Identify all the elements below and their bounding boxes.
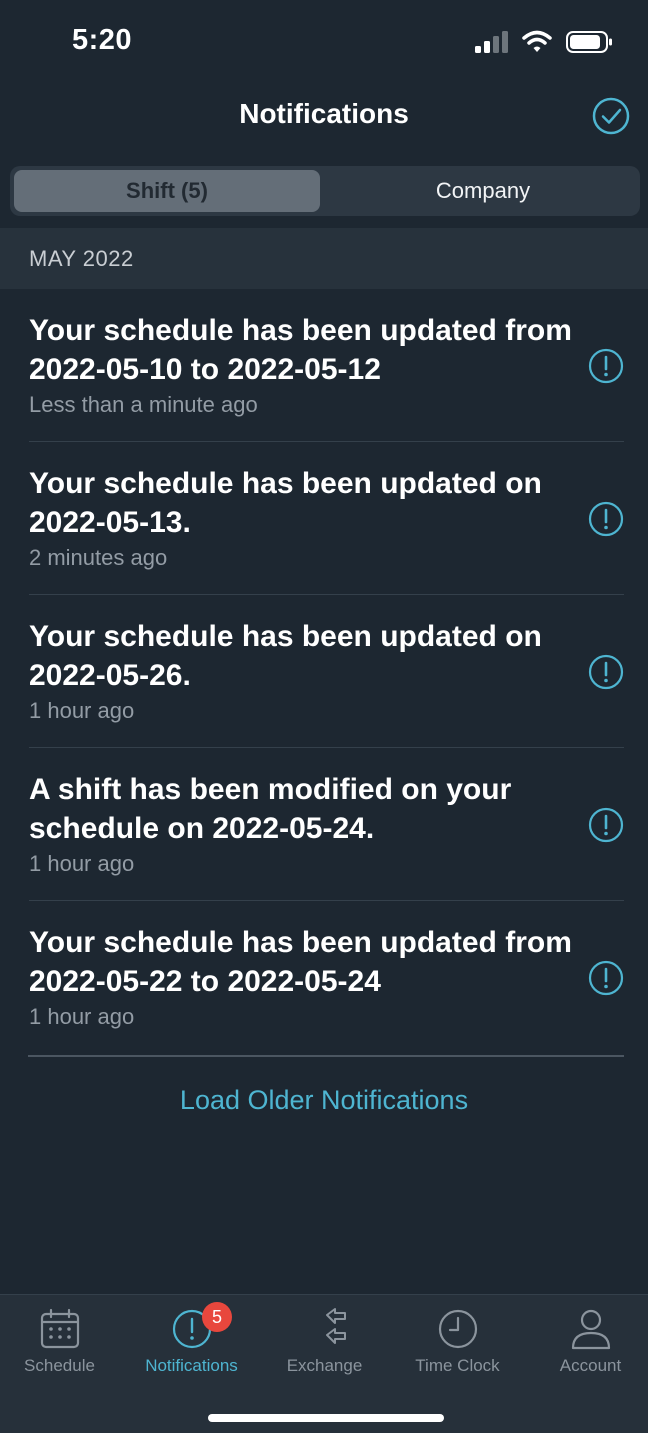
clock-icon	[438, 1309, 477, 1349]
status-bar: 5:20	[0, 0, 648, 84]
load-older-notifications-button[interactable]: Load Older Notifications	[0, 1085, 648, 1116]
segment-company[interactable]: Company	[330, 170, 636, 212]
list-end-divider	[28, 1055, 624, 1057]
notification-time: 1 hour ago	[29, 698, 135, 723]
tab-label: Account	[559, 1356, 622, 1375]
notification-item[interactable]: Your schedule has been updated from 2022…	[0, 289, 648, 442]
section-label-month: MAY 2022	[29, 246, 134, 271]
alert-icon	[588, 960, 624, 996]
alert-icon	[588, 501, 624, 537]
notification-item[interactable]: Your schedule has been updated on 2022-0…	[0, 595, 648, 748]
tab-bar: Schedule 5 Notifications Exchange Time C…	[0, 1294, 648, 1433]
section-header: MAY 2022	[0, 228, 648, 289]
notification-item[interactable]: A shift has been modified on your schedu…	[0, 748, 648, 901]
notification-list: Your schedule has been updated from 2022…	[0, 289, 648, 1054]
notification-time: 1 hour ago	[29, 851, 135, 876]
cellular-signal-icon	[475, 31, 508, 53]
tab-schedule[interactable]: Schedule	[0, 1295, 124, 1385]
wifi-icon	[522, 30, 552, 52]
status-icons	[474, 28, 614, 56]
notification-title: Your schedule has been updated on 2022-0…	[29, 620, 542, 692]
alert-icon	[588, 348, 624, 384]
alert-icon	[588, 654, 624, 690]
calendar-icon	[40, 1308, 79, 1349]
notification-time: 2 minutes ago	[29, 545, 168, 570]
notification-type-segmented-control: Shift (5) Company	[10, 166, 640, 216]
tab-exchange[interactable]: Exchange	[260, 1295, 389, 1385]
notification-item[interactable]: Your schedule has been updated on 2022-0…	[0, 442, 648, 595]
status-time: 5:20	[72, 24, 133, 56]
exchange-arrows-icon	[325, 1308, 346, 1344]
navigation-header: Notifications	[0, 84, 648, 150]
alert-icon	[588, 807, 624, 843]
notification-title: A shift has been modified on your schedu…	[29, 773, 512, 845]
notification-item[interactable]: Your schedule has been updated from 2022…	[0, 901, 648, 1054]
tab-notifications[interactable]: 5 Notifications	[127, 1295, 256, 1385]
notification-time: 1 hour ago	[29, 1004, 135, 1029]
notification-title: Your schedule has been updated on 2022-0…	[29, 467, 542, 539]
tab-label: Exchange	[286, 1356, 363, 1375]
notification-title: Your schedule has been updated from 2022…	[29, 926, 572, 998]
home-indicator	[208, 1414, 444, 1422]
tab-label: Time Clock	[415, 1356, 500, 1375]
person-icon	[571, 1309, 610, 1350]
page-title: Notifications	[239, 98, 409, 129]
segment-shift[interactable]: Shift (5)	[14, 170, 320, 212]
notification-title: Your schedule has been updated from 2022…	[29, 314, 572, 386]
tab-label: Notifications	[145, 1356, 238, 1375]
tab-account[interactable]: Account	[526, 1295, 648, 1385]
mark-all-read-check-icon[interactable]	[591, 96, 631, 136]
tab-time-clock[interactable]: Time Clock	[393, 1295, 522, 1385]
tab-label: Schedule	[24, 1356, 95, 1375]
notification-count-badge: 5	[202, 1302, 232, 1332]
battery-icon	[566, 31, 612, 53]
notification-time: Less than a minute ago	[29, 392, 258, 417]
